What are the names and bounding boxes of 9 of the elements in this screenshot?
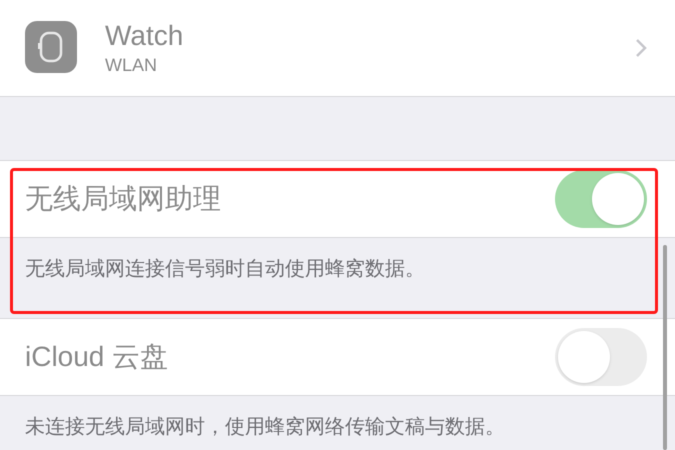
watch-row[interactable]: Watch WLAN [0,0,675,97]
device-subtitle: WLAN [105,54,158,77]
setting-footer: 未连接无线局域网时，使用蜂窝网络传输文稿与数据。 [25,412,505,442]
chevron-icon [635,38,647,58]
setting-footer: 无线局域网连接信号弱时自动使用蜂窝数据。 [25,254,425,284]
device-title: Watch [105,19,184,53]
setting-label: 无线局域网助理 [25,182,221,216]
watch-icon [25,20,77,72]
setting-label: iCloud 云盘 [25,340,168,374]
